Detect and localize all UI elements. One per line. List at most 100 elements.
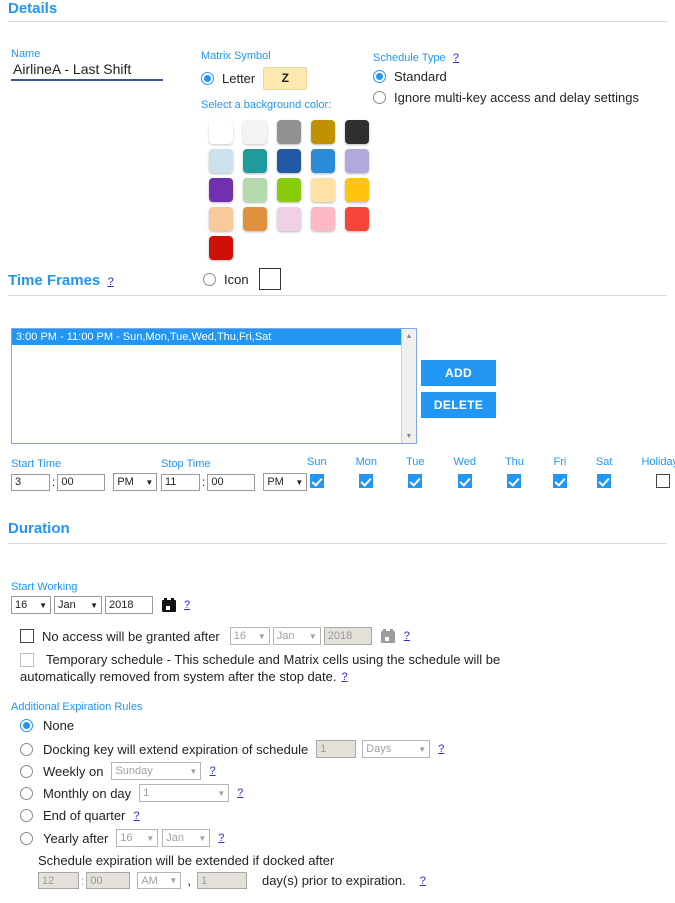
day-checkbox-thu[interactable]	[507, 473, 522, 488]
docking-unit-select[interactable]: Days ▼	[362, 740, 431, 758]
day-checkbox-wed[interactable]	[457, 473, 472, 488]
no-access-help-icon[interactable]: ?	[404, 630, 410, 642]
calendar-icon[interactable]	[162, 598, 176, 612]
time-frames-section: Time Frames ?	[0, 272, 675, 296]
color-swatch-12[interactable]	[277, 178, 301, 202]
color-swatch-0[interactable]	[209, 120, 233, 144]
color-swatch-10[interactable]	[209, 178, 233, 202]
temporary-schedule-checkbox[interactable]	[20, 652, 34, 667]
no-access-checkbox[interactable]	[20, 629, 34, 643]
weekly-radio[interactable]	[20, 764, 33, 778]
stop-meridiem-select[interactable]: PM ▼	[263, 473, 308, 491]
stop-month-select[interactable]: Jan ▼	[272, 627, 321, 645]
color-swatch-1[interactable]	[243, 120, 267, 144]
yearly-day-select[interactable]: 16 ▼	[116, 829, 159, 847]
day-checkbox-tue[interactable]	[408, 473, 423, 488]
color-swatch-6[interactable]	[243, 149, 267, 173]
temporary-schedule-help-icon[interactable]: ?	[341, 671, 347, 683]
stop-year-input[interactable]	[323, 627, 372, 645]
quarter-help-icon[interactable]: ?	[133, 810, 139, 822]
schedule-type-option-ignore[interactable]: Ignore multi-key access and delay settin…	[373, 90, 639, 105]
start-year-input[interactable]	[105, 596, 153, 614]
letter-value-box[interactable]: Z	[263, 67, 308, 90]
start-minute-input[interactable]	[57, 473, 106, 491]
start-working-help-icon[interactable]: ?	[184, 599, 190, 611]
color-swatch-9[interactable]	[345, 149, 369, 173]
day-checkbox-holidays[interactable]	[655, 473, 670, 488]
expiration-option-quarter[interactable]: End of quarter ?	[20, 808, 140, 823]
docking-value-input[interactable]	[316, 740, 357, 758]
calendar-icon[interactable]	[380, 629, 395, 643]
stop-day-select[interactable]: 16 ▼	[229, 627, 270, 645]
docking-help-icon[interactable]: ?	[438, 743, 444, 755]
footer-meridiem-select[interactable]: AM ▼	[137, 872, 182, 889]
footer-hour-input[interactable]	[38, 872, 79, 889]
color-swatch-5[interactable]	[209, 149, 233, 173]
color-swatch-19[interactable]	[345, 207, 369, 231]
name-input[interactable]	[11, 60, 163, 81]
delete-button[interactable]: DELETE	[421, 392, 496, 418]
day-checkbox-mon[interactable]	[359, 473, 374, 488]
footer-minute-input[interactable]	[86, 872, 131, 889]
docking-radio[interactable]	[20, 742, 33, 756]
color-swatch-3[interactable]	[311, 120, 335, 144]
background-color-palette[interactable]	[209, 120, 374, 260]
scroll-up-icon[interactable]: ▲	[402, 329, 416, 343]
schedule-type-option-standard[interactable]: Standard	[373, 69, 639, 84]
letter-label: Letter	[222, 71, 256, 86]
yearly-radio[interactable]	[20, 831, 33, 845]
start-month-select[interactable]: Jan ▼	[54, 596, 102, 614]
start-day-value: 16	[15, 599, 28, 611]
yearly-help-icon[interactable]: ?	[218, 832, 224, 844]
day-checkbox-fri[interactable]	[552, 473, 567, 488]
expiration-option-yearly[interactable]: Yearly after 16 ▼ Jan ▼ ?	[20, 829, 224, 847]
stop-hour-input[interactable]	[161, 473, 200, 491]
expiration-option-none[interactable]: None	[20, 718, 74, 733]
footer-tail-text: day(s) prior to expiration.	[261, 873, 406, 888]
color-swatch-20[interactable]	[209, 236, 233, 260]
time-frames-help-icon[interactable]: ?	[108, 276, 114, 288]
quarter-radio[interactable]	[20, 809, 33, 822]
scroll-down-icon[interactable]: ▼	[402, 429, 416, 443]
color-swatch-16[interactable]	[243, 207, 267, 231]
yearly-day-value: 16	[120, 832, 133, 844]
color-swatch-11[interactable]	[243, 178, 267, 202]
weekly-day-select[interactable]: Sunday ▼	[111, 762, 202, 780]
ignore-radio[interactable]	[373, 91, 386, 104]
expiration-option-monthly[interactable]: Monthly on day 1 ▼ ?	[20, 784, 243, 802]
none-radio[interactable]	[20, 719, 33, 732]
time-frame-list-item[interactable]: 3:00 PM - 11:00 PM - Sun,Mon,Tue,Wed,Thu…	[12, 329, 416, 345]
expiration-option-weekly[interactable]: Weekly on Sunday ▼ ?	[20, 762, 216, 780]
monthly-radio[interactable]	[20, 786, 33, 800]
standard-radio[interactable]	[373, 70, 386, 83]
color-swatch-7[interactable]	[277, 149, 301, 173]
monthly-help-icon[interactable]: ?	[237, 787, 243, 799]
start-meridiem-select[interactable]: PM ▼	[113, 473, 158, 491]
day-checkbox-sun[interactable]	[309, 473, 324, 488]
color-swatch-15[interactable]	[209, 207, 233, 231]
day-checkbox-sat[interactable]	[597, 473, 612, 488]
expiration-footer-text: Schedule expiration will be extended if …	[38, 853, 335, 868]
schedule-type-help-icon[interactable]: ?	[453, 52, 459, 64]
add-button[interactable]: ADD	[421, 360, 496, 386]
monthly-day-select[interactable]: 1 ▼	[139, 784, 230, 802]
time-frames-scrollbar[interactable]: ▲ ▼	[401, 329, 416, 443]
start-month-value: Jan	[58, 599, 76, 611]
time-frames-listbox[interactable]: 3:00 PM - 11:00 PM - Sun,Mon,Tue,Wed,Thu…	[11, 328, 417, 444]
weekly-help-icon[interactable]: ?	[209, 765, 215, 777]
color-swatch-14[interactable]	[345, 178, 369, 202]
color-swatch-17[interactable]	[277, 207, 301, 231]
color-swatch-13[interactable]	[311, 178, 335, 202]
start-day-select[interactable]: 16 ▼	[11, 596, 51, 614]
letter-radio[interactable]	[201, 72, 214, 85]
start-hour-input[interactable]	[11, 473, 50, 491]
footer-help-icon[interactable]: ?	[420, 875, 426, 887]
stop-minute-input[interactable]	[207, 473, 256, 491]
color-swatch-18[interactable]	[311, 207, 335, 231]
color-swatch-2[interactable]	[277, 120, 301, 144]
footer-days-input[interactable]	[196, 872, 247, 889]
color-swatch-8[interactable]	[311, 149, 335, 173]
expiration-option-docking[interactable]: Docking key will extend expiration of sc…	[20, 740, 444, 758]
yearly-month-select[interactable]: Jan ▼	[162, 829, 211, 847]
color-swatch-4[interactable]	[345, 120, 369, 144]
